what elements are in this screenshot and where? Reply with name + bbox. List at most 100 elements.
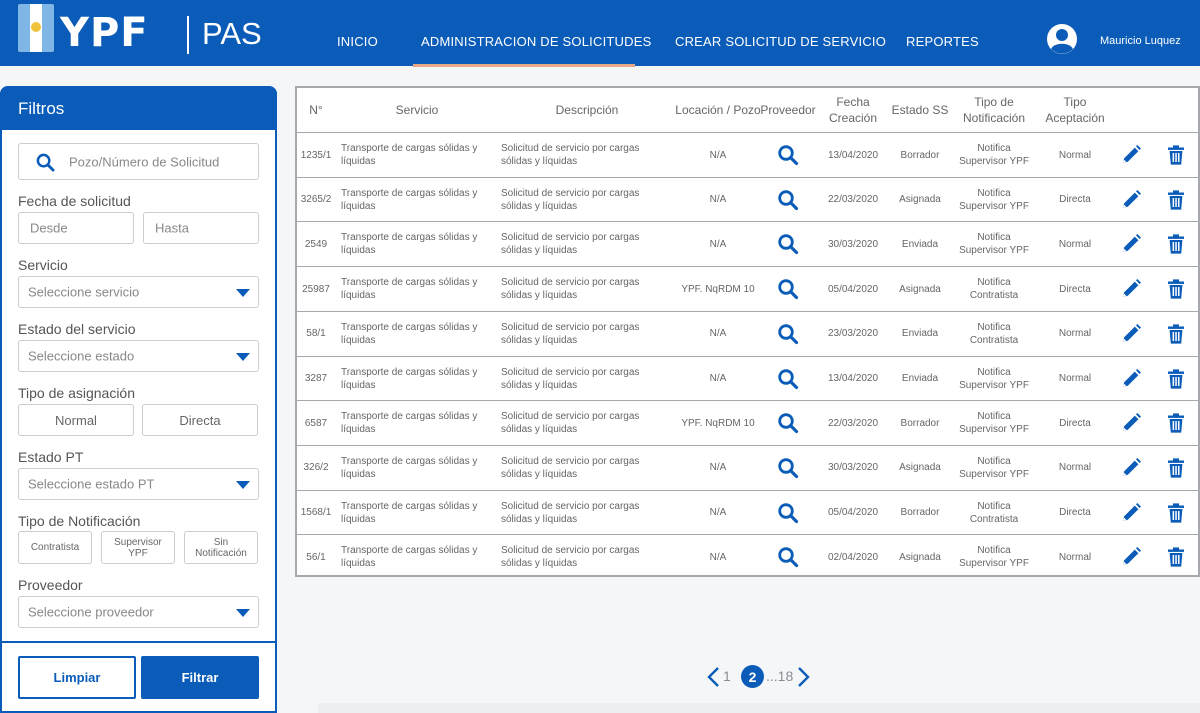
cell-fecha: 23/03/2020 xyxy=(827,328,879,340)
servicio-placeholder: Seleccione servicio xyxy=(28,284,140,300)
provider-search-icon[interactable] xyxy=(777,233,799,255)
delete-trash-icon[interactable] xyxy=(1165,189,1187,211)
chevron-down-icon xyxy=(236,609,250,617)
nav-inicio[interactable]: INICIO xyxy=(337,34,378,49)
delete-trash-icon[interactable] xyxy=(1165,502,1187,524)
table-row[interactable]: 3287 Transporte de cargas sólidas y líqui… xyxy=(297,355,1198,401)
cell-notificacion: Notifica Supervisor YPF xyxy=(959,411,1029,436)
notificacion-contratista-toggle[interactable]: Contratista xyxy=(18,531,92,564)
provider-search-icon[interactable] xyxy=(777,412,799,434)
edit-pencil-icon[interactable] xyxy=(1120,189,1142,211)
cell-descripcion: Solicitud de servicio por cargas sólidas… xyxy=(501,143,640,167)
cell-servicio: Transporte de cargas sólidas y líquidas xyxy=(341,455,478,480)
provider-search-icon[interactable] xyxy=(777,546,799,568)
delete-trash-icon[interactable] xyxy=(1165,412,1187,434)
cell-descripcion: Solicitud de servicio por cargas sólidas… xyxy=(501,232,640,257)
search-input[interactable]: Pozo/Número de Solicitud xyxy=(18,143,259,180)
table-row[interactable]: 1235/1 Transporte de cargas sólidas y líq… xyxy=(297,132,1198,177)
edit-pencil-icon[interactable] xyxy=(1120,233,1142,255)
page-current[interactable]: 2 xyxy=(741,665,764,688)
cell-fecha: 30/03/2020 xyxy=(827,238,879,250)
filters-title: Filtros xyxy=(18,99,65,118)
provider-search-icon[interactable] xyxy=(777,189,799,211)
provider-search-icon[interactable] xyxy=(777,368,799,390)
delete-trash-icon[interactable] xyxy=(1165,368,1187,390)
notificacion-supervisor-toggle[interactable]: Supervisor YPF xyxy=(101,531,175,564)
cell-descripcion: Solicitud de servicio por cargas sólidas… xyxy=(501,277,640,302)
table-row[interactable]: 6587 Transporte de cargas sólidas y líqui… xyxy=(297,400,1198,445)
clear-button[interactable]: Limpiar xyxy=(18,656,136,699)
cell-aceptacion: Normal xyxy=(1058,462,1092,474)
column-header: Proveedor xyxy=(760,103,816,117)
edit-pencil-icon[interactable] xyxy=(1120,412,1142,434)
provider-search-icon[interactable] xyxy=(777,278,799,300)
asignacion-normal-toggle[interactable]: Normal xyxy=(18,404,134,436)
cell-locacion: N/A xyxy=(709,551,727,563)
cell-estado: Enviada xyxy=(901,373,939,384)
estado-pt-placeholder: Seleccione estado PT xyxy=(28,476,155,492)
cell-estado: Enviada xyxy=(901,328,939,340)
provider-search-icon[interactable] xyxy=(777,502,799,524)
provider-search-icon[interactable] xyxy=(777,457,799,479)
delete-trash-icon[interactable] xyxy=(1165,233,1187,255)
cell-descripcion: Solicitud de servicio por cargas sólidas… xyxy=(501,187,640,212)
edit-pencil-icon[interactable] xyxy=(1120,457,1142,479)
delete-trash-icon[interactable] xyxy=(1165,144,1187,166)
edit-pencil-icon[interactable] xyxy=(1120,144,1142,166)
table-row[interactable]: 326/2 Transporte de cargas sólidas y líqu… xyxy=(297,444,1198,490)
proveedor-select[interactable]: Seleccione proveedor xyxy=(18,596,259,628)
filter-button[interactable]: Filtrar xyxy=(141,656,259,699)
cell-descripcion: Solicitud de servicio por cargas sólidas… xyxy=(501,500,640,525)
chevron-down-icon xyxy=(236,481,250,489)
cell-fecha: 05/04/2020 xyxy=(827,507,879,519)
edit-pencil-icon[interactable] xyxy=(1120,278,1142,300)
date-to-input[interactable]: Hasta xyxy=(143,212,259,244)
edit-pencil-icon[interactable] xyxy=(1120,502,1142,524)
nav-reportes[interactable]: REPORTES xyxy=(906,34,979,49)
cell-num: 58/1 xyxy=(306,328,326,340)
edit-pencil-icon[interactable] xyxy=(1120,546,1142,568)
provider-search-icon[interactable] xyxy=(777,144,799,166)
tipo-notificacion-label: Tipo de Notificación xyxy=(18,513,141,529)
cell-estado: Asignada xyxy=(899,462,941,474)
estado-servicio-label: Estado del servicio xyxy=(18,321,136,337)
nav-administracion-solicitudes[interactable]: ADMINISTRACION DE SOLICITUDES xyxy=(421,34,651,49)
table-row[interactable]: 1568/1 Transporte de cargas sólidas y líq… xyxy=(297,489,1198,535)
delete-trash-icon[interactable] xyxy=(1165,546,1187,568)
chevron-left-icon[interactable] xyxy=(706,666,720,688)
edit-pencil-icon[interactable] xyxy=(1120,323,1142,345)
chevron-down-icon xyxy=(236,289,250,297)
date-from-input[interactable]: Desde xyxy=(18,212,134,244)
delete-trash-icon[interactable] xyxy=(1165,323,1187,345)
nav-crear-solicitud[interactable]: CREAR SOLICITUD DE SERVICIO xyxy=(675,34,886,49)
app-name: PAS xyxy=(202,16,262,51)
servicio-select[interactable]: Seleccione servicio xyxy=(18,276,259,308)
delete-trash-icon[interactable] xyxy=(1165,278,1187,300)
table-row[interactable]: 3265/2 Transporte de cargas sólidas y líq… xyxy=(297,176,1198,222)
ypf-logo[interactable]: YPF xyxy=(60,10,149,56)
estado-pt-select[interactable]: Seleccione estado PT xyxy=(18,468,259,500)
page-first[interactable]: 1 xyxy=(723,668,731,684)
chevron-right-icon[interactable] xyxy=(797,666,811,688)
proveedor-placeholder: Seleccione proveedor xyxy=(28,604,154,620)
delete-trash-icon[interactable] xyxy=(1165,457,1187,479)
user-name[interactable]: Mauricio Luquez xyxy=(1100,35,1181,47)
cell-estado: Borrador xyxy=(900,507,940,519)
asignacion-directa-toggle[interactable]: Directa xyxy=(142,404,258,436)
cell-fecha: 13/04/2020 xyxy=(827,373,879,384)
page-last[interactable]: ...18 xyxy=(766,668,793,684)
provider-search-icon[interactable] xyxy=(777,323,799,345)
table-row[interactable]: 58/1 Transporte de cargas sólidas y líqui… xyxy=(297,310,1198,356)
cell-servicio: Transporte de cargas sólidas y líquidas xyxy=(341,545,478,570)
table-row[interactable]: 25987 Transporte de cargas sólidas y líqu… xyxy=(297,266,1198,311)
cell-servicio: Transporte de cargas sólidas y líquidas xyxy=(341,277,478,302)
estado-servicio-select[interactable]: Seleccione estado xyxy=(18,340,259,372)
cell-fecha: 22/03/2020 xyxy=(827,417,879,429)
table-row[interactable]: 56/1 Transporte de cargas sólidas y líqui… xyxy=(297,534,1198,579)
user-avatar-icon[interactable] xyxy=(1046,23,1078,55)
table-row[interactable]: 2549 Transporte de cargas sólidas y líqui… xyxy=(297,221,1198,266)
edit-pencil-icon[interactable] xyxy=(1120,368,1142,390)
cell-aceptacion: Directa xyxy=(1059,194,1091,206)
cell-fecha: 13/04/2020 xyxy=(827,149,879,161)
notificacion-sin-toggle[interactable]: Sin Notificación xyxy=(184,531,258,564)
